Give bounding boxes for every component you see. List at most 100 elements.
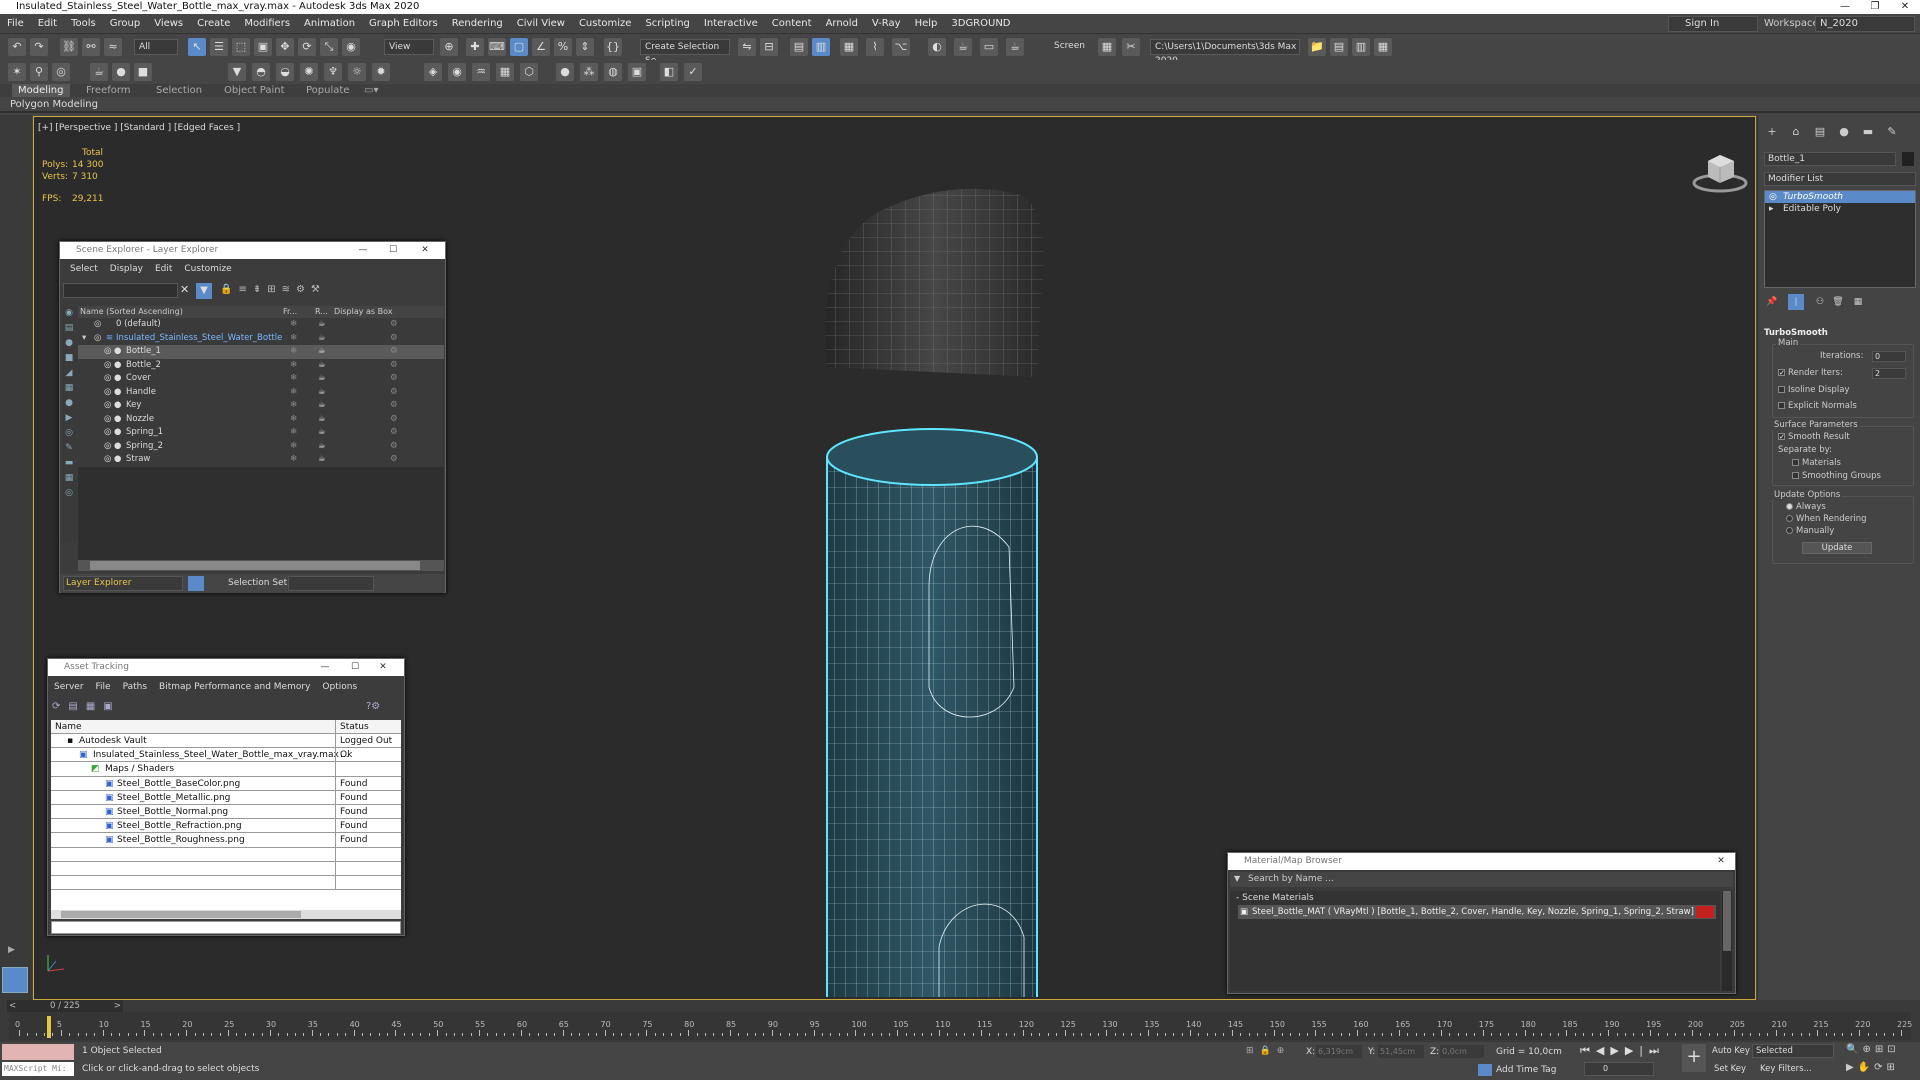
explicit-normals-checkbox[interactable] (1778, 402, 1785, 409)
box-icon[interactable]: ⚙ (390, 332, 398, 346)
tree-row[interactable]: ◎ 0 (default) ❄ ☕ ⚙ (78, 318, 444, 332)
scene-materials-header[interactable]: - Scene Materials (1230, 891, 1720, 905)
selection-filter-dropdown[interactable]: All (134, 39, 178, 55)
render-icon[interactable]: ☕ (318, 399, 326, 413)
material-vertical-scrollbar[interactable] (1722, 891, 1732, 991)
expand-layout-icon[interactable]: ▶ (8, 945, 20, 957)
minimize-button[interactable]: — (312, 659, 338, 676)
prev-frame-icon[interactable]: < (9, 1000, 16, 1012)
explorer-toolbar-icons[interactable]: 🔒≡⇟⊞≋⚙⚒ (220, 284, 326, 295)
vray-logo-icon[interactable]: ✓ (684, 63, 702, 81)
pivot-center-icon[interactable]: ⊕ (440, 38, 458, 56)
eye-icon[interactable]: ◎ (104, 372, 111, 386)
tree-row[interactable]: ◎ ● Bottle_2 ❄ ☕ ⚙ (78, 358, 444, 373)
menu-modifiers[interactable]: Modifiers (237, 14, 297, 34)
menu-civil-view[interactable]: Civil View (510, 14, 572, 34)
reference-coordinate-dropdown[interactable]: View (384, 39, 434, 55)
project-path-dropdown[interactable]: C:\Users\1\Documents\3ds Max 2020 (1150, 39, 1300, 66)
menu-interactive[interactable]: Interactive (697, 14, 765, 34)
motion-tab-icon[interactable]: ● (1836, 124, 1852, 140)
menu-tools[interactable]: Tools (64, 14, 103, 34)
viewcube-icon[interactable] (1690, 147, 1750, 195)
maxscript-mini-listener[interactable]: MAXScript Mi: (2, 1062, 74, 1076)
create-shape-icon[interactable]: ◎ (52, 63, 70, 81)
vray-plane-icon[interactable]: ▦ (496, 63, 514, 81)
menu-group[interactable]: Group (103, 14, 147, 34)
asset-help-icons[interactable]: ?⚙ (366, 701, 380, 712)
menu-file[interactable]: File (0, 14, 31, 34)
rotate-icon[interactable]: ⟳ (298, 38, 316, 56)
render-icon[interactable]: ☕ (318, 332, 326, 346)
render-icon[interactable]: ☕ (318, 318, 326, 332)
close-button[interactable]: ✕ (412, 242, 438, 259)
snaps-toggle-icon[interactable]: ▢ (510, 38, 528, 56)
isoline-checkbox[interactable] (1778, 386, 1785, 393)
auto-key-button[interactable]: Auto Key (1712, 1046, 1750, 1056)
maxscript-listener[interactable] (2, 1044, 74, 1060)
clear-search-icon[interactable]: ✕ (180, 283, 189, 296)
tree-row[interactable]: ▾ ◎ ≋ Insulated_Stainless_Steel_Water_Bottl… (78, 331, 444, 346)
key-mode-dropdown[interactable]: Selected (1752, 1044, 1834, 1058)
mirror-icon[interactable]: ⇋ (738, 38, 756, 56)
eye-icon[interactable]: ◎ (104, 359, 111, 373)
render-production-icon[interactable]: ☕ (1006, 38, 1024, 56)
render-icon[interactable]: ☕ (318, 345, 326, 359)
sphere-icon[interactable]: ● (112, 63, 130, 81)
timeline-track[interactable]: 0 5 10 15 20 25 30 35 40 45 50 55 60 65 70 75 80 85 90 95 10… (9, 1012, 1912, 1040)
create-light-icon[interactable]: ✶ (8, 63, 26, 81)
select-manipulate-icon[interactable]: ✚ (466, 38, 484, 56)
tree-row[interactable]: ◎ ● Spring_2 ❄ ☕ ⚙ (78, 439, 444, 454)
always-radio[interactable] (1786, 503, 1793, 510)
eye-icon[interactable]: ◎ (104, 426, 111, 440)
time-cursor[interactable] (47, 1016, 51, 1038)
dome-light-icon[interactable]: ◓ (252, 63, 270, 81)
box-icon[interactable]: ⚙ (390, 386, 398, 400)
at-menu-paths[interactable]: Paths (117, 680, 153, 695)
material-search-input[interactable]: Search by Name ... (1230, 872, 1733, 887)
select-by-name-icon[interactable]: ☰ (210, 38, 228, 56)
selection-set-dropdown[interactable] (288, 576, 374, 591)
menu-content[interactable]: Content (765, 14, 819, 34)
vray-mesh-icon[interactable]: ⬡ (520, 63, 538, 81)
ribbon-tab-populate[interactable]: Populate (306, 84, 349, 97)
tree-row[interactable]: ◎ ● Bottle_1 ❄ ☕ ⚙ (78, 345, 444, 359)
freeze-icon[interactable]: ❄ (290, 440, 297, 454)
selection-region-icon[interactable]: ⬚ (232, 38, 250, 56)
asset-row[interactable]: ▣ Steel_Bottle_Refraction.png Found (51, 819, 401, 834)
menu-customize[interactable]: Customize (572, 14, 639, 34)
named-selection-dropdown[interactable]: Create Selection Se (640, 39, 730, 66)
at-menu-bitmap[interactable]: Bitmap Performance and Memory (153, 680, 316, 695)
move-icon[interactable]: ✥ (276, 38, 294, 56)
freeze-icon[interactable]: ❄ (290, 345, 297, 359)
utilities-tab-icon[interactable]: ✎ (1884, 124, 1900, 140)
freeze-icon[interactable]: ❄ (290, 332, 297, 346)
menu-rendering[interactable]: Rendering (445, 14, 510, 34)
viewport-layout-thumbnail[interactable] (2, 967, 28, 993)
asset-toolbar-icons[interactable]: ⟳▤▦▣ (52, 701, 121, 712)
bind-space-warp-icon[interactable]: ≈ (104, 38, 122, 56)
undo-icon[interactable]: ↶ (8, 38, 26, 56)
workspace-dropdown[interactable]: N_2020 (1815, 16, 1915, 32)
freeze-icon[interactable]: ❄ (290, 386, 297, 400)
col-box-header[interactable]: Display as Box (334, 306, 393, 318)
select-object-icon[interactable]: ↖ (188, 38, 206, 56)
iterations-spinner[interactable]: 0 (1872, 351, 1906, 362)
tree-row[interactable]: ◎ ● Key ❄ ☕ ⚙ (78, 399, 444, 413)
menu-vray[interactable]: V-Ray (865, 14, 908, 34)
se-menu-select[interactable]: Select (64, 262, 104, 277)
render-icon[interactable]: ☕ (318, 413, 326, 427)
col-name-header[interactable]: Name (Sorted Ascending) (80, 306, 183, 318)
ies-light-icon[interactable]: ♆ (324, 63, 342, 81)
current-frame-field[interactable]: 0 (1584, 1062, 1654, 1076)
eye-icon[interactable]: ◎ (104, 453, 111, 467)
tree-row[interactable]: ◎ ● Nozzle ❄ ☕ ⚙ (78, 412, 444, 427)
sphere-gray-icon[interactable]: ● (556, 63, 574, 81)
col-render-header[interactable]: R... (315, 306, 328, 318)
box-icon[interactable]: ■ (134, 63, 152, 81)
ribbon-tab-modeling[interactable]: Modeling (12, 84, 70, 97)
at-menu-server[interactable]: Server (48, 680, 90, 695)
col-name-header[interactable]: Name (55, 720, 82, 734)
render-iters-spinner[interactable]: 2 (1872, 368, 1906, 379)
modifier-list-dropdown[interactable]: Modifier List (1764, 172, 1916, 186)
multi-sphere-icon[interactable]: ⁂ (580, 63, 598, 81)
